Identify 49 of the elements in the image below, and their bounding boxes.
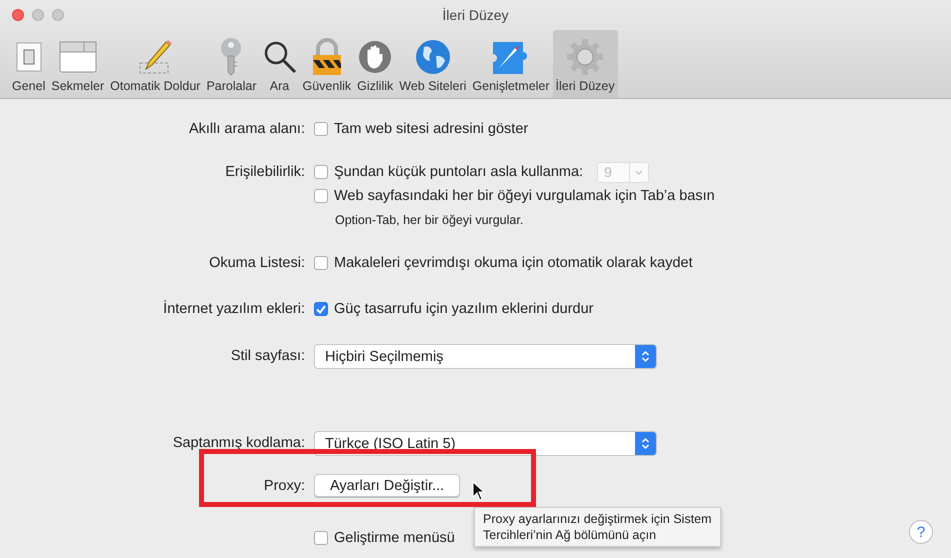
minimize-button[interactable] [32, 9, 44, 21]
tabs-window-icon [58, 41, 97, 73]
tooltip: Proxy ayarlarınızı değiştirmek için Sistem Tercihleri’nin Ağ bölümünü açın [474, 507, 721, 547]
toolbar-tab[interactable]: Ara [260, 30, 300, 98]
switch-icon [16, 42, 42, 72]
stepper-icon [635, 432, 656, 455]
toolbar-tab[interactable]: Parolalar [203, 30, 260, 98]
help-button[interactable]: ? [909, 520, 933, 544]
checkbox[interactable] [314, 302, 328, 316]
checkbox[interactable] [314, 531, 328, 545]
toolbar-tab[interactable]: Web Siteleri [396, 30, 470, 98]
toolbar-tab[interactable]: Gizlilik [354, 30, 396, 98]
toolbar-tab[interactable]: Genel [9, 30, 48, 98]
checkbox-label: Geliştirme menüsü [334, 530, 455, 546]
checkbox[interactable] [314, 122, 328, 136]
toolbar-tab[interactable]: Güvenlik [300, 30, 354, 98]
checkbox-label: Web sayfasındaki her bir öğeyi vurgulamak için Tab’a basın [334, 188, 715, 204]
setting-label: Saptanmış kodlama: [172, 434, 305, 453]
checkbox-label: Tam web sitesi adresini göster [334, 121, 528, 137]
setting-label: Akıllı arama alanı: [188, 120, 305, 139]
zoom-button[interactable] [52, 9, 64, 21]
checkbox[interactable] [314, 256, 328, 270]
close-button[interactable] [12, 9, 24, 21]
window-title: İleri Düzey [442, 7, 509, 23]
toolbar-tab[interactable]: İleri Düzey [552, 30, 618, 98]
setting-label: Stil sayfası: [230, 347, 305, 366]
setting-label: Proxy: [264, 477, 305, 496]
checkbox-label: Güç tasarrufu için yazılım eklerini durdur [334, 301, 594, 317]
popup-menu[interactable]: Hiçbiri Seçilmemiş [314, 344, 657, 369]
pointer-icon [472, 481, 486, 501]
gear-icon [566, 38, 604, 76]
toolbar-tab[interactable]: Sekmeler [48, 30, 108, 98]
checkbox-label: Makaleleri çevrimdışı okuma için otomatik olarak kaydet [334, 255, 693, 271]
pencil-icon [137, 39, 174, 75]
search-icon [262, 40, 296, 74]
setting-label: Erişilebilirlik: [225, 163, 305, 182]
change-settings-button[interactable]: Ayarları Değiştir... [314, 474, 460, 497]
setting-label: İnternet yazılım ekleri: [163, 299, 305, 319]
toolbar-tab[interactable]: Otomatik Doldur [107, 30, 204, 98]
checkbox-label: Şundan küçük puntoları asla kullanma: [334, 164, 584, 180]
toolbar-tab[interactable]: Genişletmeler [469, 30, 553, 98]
setting-label: Okuma Listesi: [209, 254, 305, 273]
globe-icon [414, 39, 451, 75]
checkbox[interactable] [314, 165, 328, 179]
hint-text: Option-Tab, her bir öğeyi vurgular. [334, 212, 524, 229]
hand-icon [358, 40, 392, 74]
checkbox[interactable] [314, 189, 328, 203]
padlock-icon [310, 38, 343, 76]
stepper-icon [635, 345, 656, 368]
